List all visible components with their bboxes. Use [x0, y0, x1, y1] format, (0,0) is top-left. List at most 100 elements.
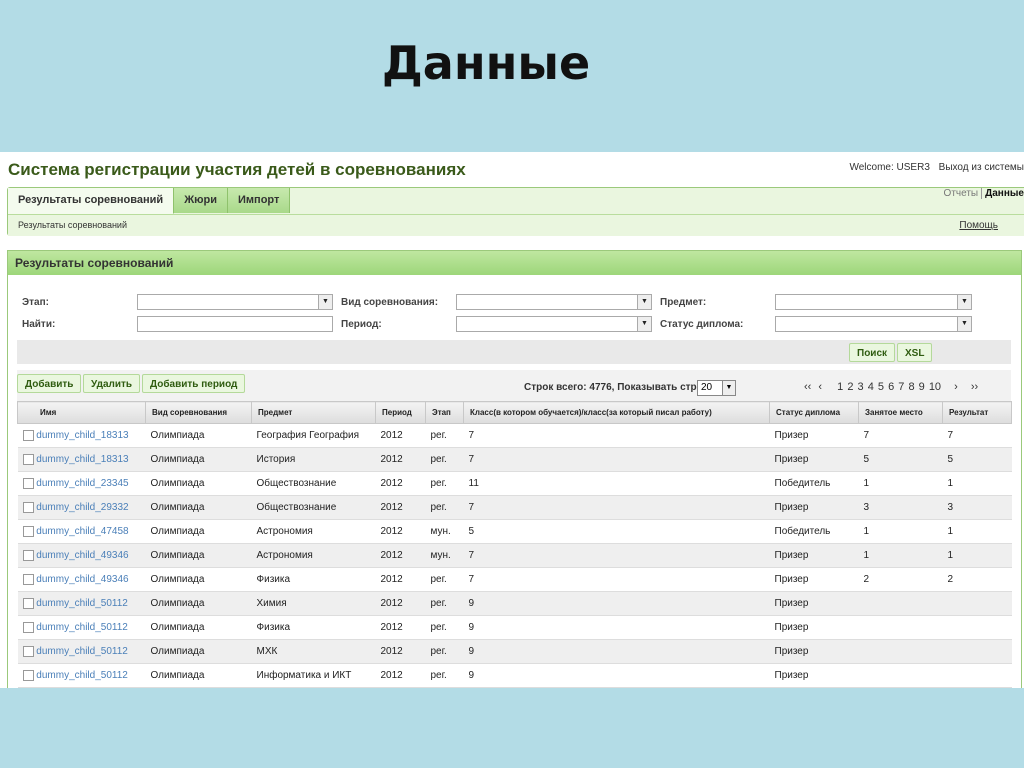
- xsl-button[interactable]: XSL: [897, 343, 933, 362]
- table-row[interactable]: dummy_child_50112ОлимпиадаИнформатика и …: [17, 687, 1012, 688]
- col-class[interactable]: Класс(в котором обучается)/класс(за кото…: [463, 401, 770, 424]
- table-row[interactable]: dummy_child_29332 Олимпиада Обществознание…: [17, 495, 1012, 520]
- child-name-link[interactable]: dummy_child_23345: [36, 478, 128, 489]
- tab-jury[interactable]: Жюри: [174, 188, 229, 213]
- page-2[interactable]: 2: [847, 381, 853, 393]
- row-checkbox[interactable]: [22, 429, 34, 441]
- cell-name[interactable]: dummy_child_49346: [17, 543, 146, 568]
- period-select[interactable]: ▼: [456, 316, 652, 332]
- page-1[interactable]: 1: [837, 381, 843, 393]
- page-8[interactable]: 8: [908, 381, 914, 393]
- cell-name[interactable]: dummy_child_50112: [17, 591, 146, 616]
- tab-import[interactable]: Импорт: [228, 188, 291, 213]
- table-row[interactable]: dummy_child_23345 Олимпиада Обществознание…: [17, 471, 1012, 496]
- help-link[interactable]: Помощь: [959, 220, 998, 231]
- logout-link[interactable]: Выход из системы: [939, 162, 1024, 173]
- row-checkbox[interactable]: [22, 477, 34, 489]
- search-button[interactable]: Поиск: [849, 343, 896, 362]
- cell-class: 9: [463, 639, 770, 664]
- cell-name[interactable]: dummy_child_49346: [17, 567, 146, 592]
- results-panel: Результаты соревнований Этап: ▼ Найти: В…: [7, 250, 1022, 688]
- page-7[interactable]: 7: [898, 381, 904, 393]
- rows-per-page-select[interactable]: 20 ▼: [697, 380, 736, 396]
- tab-results[interactable]: Результаты соревнований: [8, 188, 175, 214]
- table-row[interactable]: dummy_child_18313 Олимпиада История 2012 рег…: [17, 447, 1012, 472]
- table-header: Имя Вид соревнования Предмет Период Этап…: [17, 401, 1012, 424]
- child-name-link[interactable]: dummy_child_50112: [36, 646, 128, 657]
- cell-result: [942, 615, 1012, 640]
- table-row[interactable]: dummy_child_18313 Олимпиада География Геог…: [17, 423, 1012, 448]
- cell-name[interactable]: dummy_child_18313: [17, 423, 146, 448]
- cell-name[interactable]: dummy_child_50112: [17, 639, 146, 664]
- cell-class: 9: [463, 687, 770, 688]
- page-5[interactable]: 5: [878, 381, 884, 393]
- page-3[interactable]: 3: [858, 381, 864, 393]
- next-page-button[interactable]: ›: [954, 381, 958, 393]
- cell-place: [858, 615, 943, 640]
- cell-name[interactable]: dummy_child_29332: [17, 495, 146, 520]
- page-9[interactable]: 9: [919, 381, 925, 393]
- add-period-button[interactable]: Добавить период: [142, 374, 246, 393]
- table-row[interactable]: dummy_child_49346 Олимпиада Астрономия 2012…: [17, 543, 1012, 568]
- cell-name[interactable]: dummy_child_18313: [17, 447, 146, 472]
- child-name-link[interactable]: dummy_child_49346: [36, 574, 128, 585]
- prev-page-button[interactable]: ‹: [818, 381, 822, 393]
- table-row[interactable]: dummy_child_50112 Олимпиада Химия 2012 рег. 9…: [17, 591, 1012, 616]
- find-input[interactable]: [137, 316, 333, 332]
- child-name-link[interactable]: dummy_child_18313: [36, 454, 128, 465]
- row-checkbox[interactable]: [22, 645, 34, 657]
- reports-link[interactable]: Отчеты: [944, 188, 979, 199]
- col-name[interactable]: Имя: [17, 401, 146, 424]
- child-name-link[interactable]: dummy_child_47458: [36, 526, 128, 537]
- col-period[interactable]: Период: [375, 401, 426, 424]
- col-place[interactable]: Занятое место: [858, 401, 943, 424]
- page-4[interactable]: 4: [868, 381, 874, 393]
- child-name-link[interactable]: dummy_child_29332: [36, 502, 128, 513]
- row-checkbox[interactable]: [22, 525, 34, 537]
- col-stage[interactable]: Этап: [425, 401, 464, 424]
- delete-button[interactable]: Удалить: [83, 374, 141, 393]
- tab-bar: Результаты соревнований Жюри Импорт: [8, 188, 291, 214]
- breadcrumb[interactable]: Результаты соревнований: [18, 220, 127, 230]
- cell-stage: рег.: [425, 567, 464, 592]
- table-row[interactable]: dummy_child_50112ОлимпиадаИнформатика и …: [17, 663, 1012, 688]
- subject-label: Предмет:: [660, 297, 707, 308]
- row-checkbox[interactable]: [22, 669, 34, 681]
- child-name-link[interactable]: dummy_child_18313: [36, 430, 128, 441]
- row-checkbox[interactable]: [22, 549, 34, 561]
- data-link[interactable]: Данные: [981, 188, 1024, 199]
- page-6[interactable]: 6: [888, 381, 894, 393]
- cell-name[interactable]: dummy_child_50112: [17, 663, 146, 688]
- last-page-button[interactable]: ››: [971, 381, 978, 393]
- col-subject[interactable]: Предмет: [251, 401, 376, 424]
- row-checkbox[interactable]: [22, 501, 34, 513]
- row-checkbox[interactable]: [22, 597, 34, 609]
- child-name-link[interactable]: dummy_child_50112: [36, 622, 128, 633]
- child-name-link[interactable]: dummy_child_50112: [36, 598, 128, 609]
- competition-type-label: Вид соревнования:: [341, 297, 439, 308]
- cell-name[interactable]: dummy_child_50112: [17, 687, 146, 688]
- row-checkbox[interactable]: [22, 621, 34, 633]
- first-page-button[interactable]: ‹‹: [804, 381, 811, 393]
- page-10[interactable]: 10: [929, 381, 941, 393]
- cell-name[interactable]: dummy_child_50112: [17, 615, 146, 640]
- col-competition-type[interactable]: Вид соревнования: [145, 401, 252, 424]
- table-row[interactable]: dummy_child_49346 Олимпиада Физика 2012 рег.…: [17, 567, 1012, 592]
- cell-place: 3: [858, 495, 943, 520]
- cell-name[interactable]: dummy_child_47458: [17, 519, 146, 544]
- subject-select[interactable]: ▼: [775, 294, 972, 310]
- child-name-link[interactable]: dummy_child_50112: [36, 670, 128, 681]
- stage-select[interactable]: ▼: [137, 294, 333, 310]
- diploma-status-select[interactable]: ▼: [775, 316, 972, 332]
- row-checkbox[interactable]: [22, 573, 34, 585]
- cell-name[interactable]: dummy_child_23345: [17, 471, 146, 496]
- col-diploma-status[interactable]: Статус диплома: [769, 401, 859, 424]
- table-row[interactable]: dummy_child_47458 Олимпиада Астрономия 2012…: [17, 519, 1012, 544]
- table-row[interactable]: dummy_child_50112 Олимпиада МХК 2012 рег. 9 Пр…: [17, 639, 1012, 664]
- add-button[interactable]: Добавить: [17, 374, 82, 393]
- child-name-link[interactable]: dummy_child_49346: [36, 550, 128, 561]
- table-row[interactable]: dummy_child_50112 Олимпиада Физика 2012 рег.…: [17, 615, 1012, 640]
- row-checkbox[interactable]: [22, 453, 34, 465]
- competition-type-select[interactable]: ▼: [456, 294, 652, 310]
- col-result[interactable]: Результат: [942, 401, 1012, 424]
